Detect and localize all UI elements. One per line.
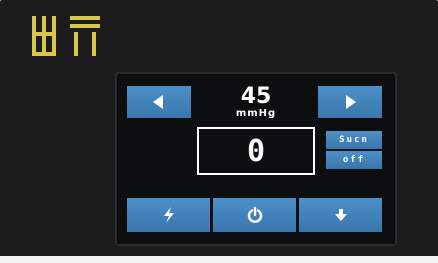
flash-button[interactable] [127, 198, 210, 232]
counter-display: 0 [197, 127, 315, 175]
suction-toggle[interactable]: Sucn off [326, 131, 382, 169]
increase-pressure-button[interactable] [318, 86, 382, 118]
suction-state[interactable]: off [326, 151, 382, 169]
decrease-pressure-button[interactable] [127, 86, 191, 118]
bottom-button-bar [127, 198, 382, 232]
arrow-right-icon [346, 95, 356, 109]
device-panel: 45 mmHg 0 Sucn off [0, 0, 438, 258]
lightning-icon [163, 207, 174, 223]
power-icon [247, 206, 262, 223]
arrow-left-icon [153, 95, 163, 109]
touch-screen: 45 mmHg 0 Sucn off [115, 72, 397, 246]
background-strip [0, 256, 438, 263]
pressure-display: 45 mmHg [217, 86, 295, 122]
device-logo-icon [32, 16, 100, 56]
arrow-down-icon [334, 209, 347, 221]
pressure-unit: mmHg [235, 108, 277, 119]
pressure-value: 45 [240, 84, 272, 109]
power-button[interactable] [213, 198, 296, 232]
suction-label[interactable]: Sucn [326, 131, 382, 149]
down-button[interactable] [299, 198, 382, 232]
